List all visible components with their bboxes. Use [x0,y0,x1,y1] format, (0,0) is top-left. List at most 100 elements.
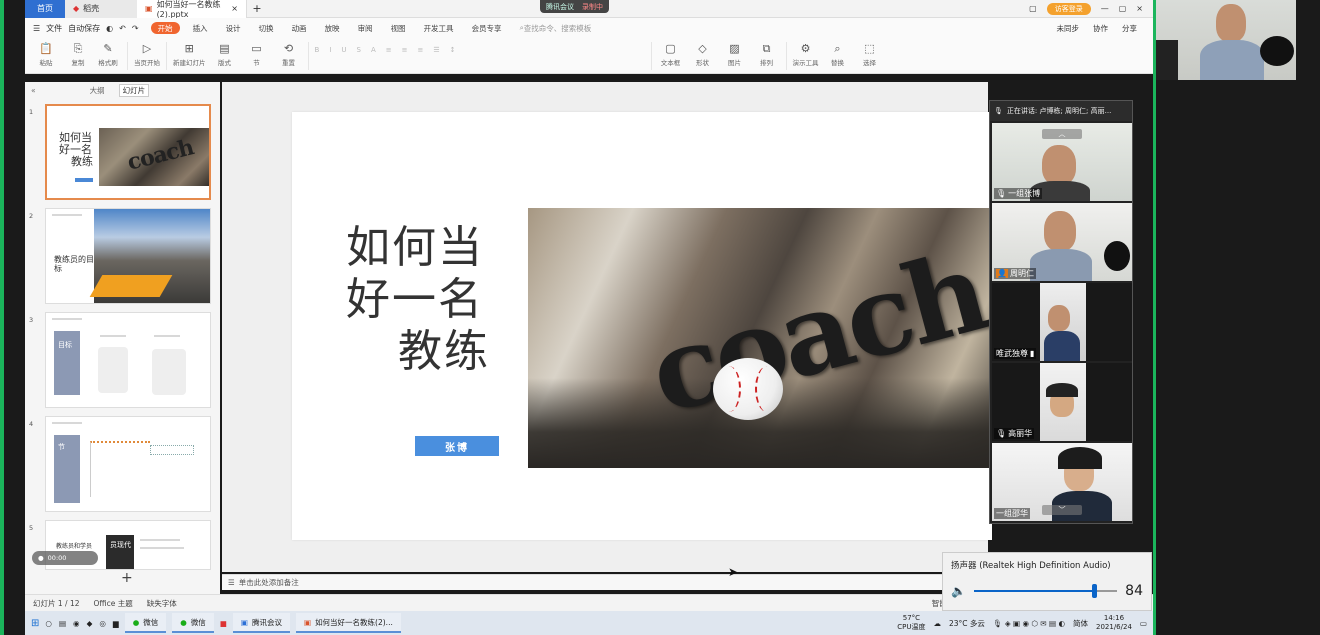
app-icon[interactable]: ◆ [87,619,93,628]
collab-button[interactable]: 协作 [1093,23,1108,34]
participant-tile-3[interactable]: 唯武独尊 ▮ [992,283,1132,361]
line-spacing-icon[interactable]: ↕ [450,46,456,54]
speaker-icon[interactable]: 🔈 [951,584,966,598]
participant-tile-1[interactable]: ︿ 🎙 一组张博 [992,123,1132,201]
app-icon[interactable]: ■ [220,619,227,628]
shape-button[interactable]: ◇ 形状 [690,42,716,67]
picture-button[interactable]: ▨ 图片 [722,42,748,67]
command-search[interactable]: ⌕ 查找命令、搜索模板 [511,18,601,38]
self-camera-view[interactable] [1156,0,1296,80]
autosave-toggle[interactable]: ◐ [106,24,113,33]
font-color-icon[interactable]: A [371,46,376,54]
tab-slides[interactable]: 幻灯片 [118,83,150,97]
task-view-icon[interactable]: ▤ [59,619,66,628]
collapse-icon[interactable]: « [31,86,36,95]
redo-icon[interactable]: ↷ [132,24,139,33]
presenter-name[interactable]: 张博 [415,436,499,456]
select-button[interactable]: ⬚ 选择 [857,42,883,67]
maximize-icon[interactable]: ▢ [1119,4,1127,13]
participant-tile-4[interactable]: 🎙 高丽华 [992,363,1132,441]
folder-icon[interactable]: ▆ [113,619,119,628]
meeting-indicator[interactable]: 腾讯会议 录制中 [540,0,609,13]
tab-home[interactable]: 首页 [25,0,65,18]
scroll-down-button[interactable]: ﹀ [1042,505,1082,515]
slide-thumb-row-2[interactable]: 2 教练员的目标 [29,208,211,304]
tab-member[interactable]: 会员专享 [463,18,511,38]
align-right-icon[interactable]: ≡ [418,46,424,54]
slide-thumb-2[interactable]: 教练员的目标 [45,208,211,304]
floating-recorder[interactable]: ● 00:00 [32,551,98,565]
scroll-up-button[interactable]: ︿ [1042,129,1082,139]
replace-button[interactable]: ⌕ 替换 [825,42,851,67]
browser-icon[interactable]: ◎ [99,619,106,628]
sync-status[interactable]: 未同步 [1057,23,1080,34]
taskbar-app-ppt[interactable]: ▣ 如何当好一名教练(2)... [295,613,401,633]
taskbar-app-tencent-meeting[interactable]: ▣ 腾讯会议 [232,613,290,633]
tab-view[interactable]: 视图 [382,18,415,38]
weather[interactable]: 23°C 多云 [949,618,985,629]
bold-icon[interactable]: B [315,46,320,54]
missing-font[interactable]: 缺失字体 [147,598,177,609]
participant-tile-5[interactable]: ﹀ 一组邵华 [992,443,1132,521]
current-slide[interactable]: 如何当 好一名 教练 coach 张博 [292,112,992,540]
tab-outline[interactable]: 大纲 [90,85,105,96]
tab-docer[interactable]: ◆ 稻壳 [65,0,137,18]
tab-start[interactable]: 开始 [150,22,180,34]
ime-indicator[interactable]: 简体 [1073,618,1088,629]
close-window-icon[interactable]: × [1136,4,1143,13]
list-icon[interactable]: ☰ [433,46,439,54]
taskbar-app-wechat-2[interactable]: ● 微信 [172,613,214,633]
slide-title-line-1[interactable]: 如何当 [346,222,484,274]
share-button[interactable]: 分享 [1122,23,1137,34]
tab-slideshow[interactable]: 放映 [316,18,349,38]
textbox-button[interactable]: ▢ 文本框 [658,42,684,67]
slide-thumb-1[interactable]: 如何当 好一名 教练 coach [45,104,211,200]
slide-photo[interactable]: coach [528,208,992,468]
clock[interactable]: 14:16 2021/6/24 [1096,614,1132,632]
qq-icon[interactable]: ◉ [73,619,80,628]
italic-icon[interactable]: I [329,46,331,54]
tab-transition[interactable]: 切换 [250,18,283,38]
tray-icons[interactable]: 🎙 ◈ ▣ ◉ ⬡ ✉ ▤ ◐ [993,619,1065,628]
notes-area[interactable]: ☰ 单击此处添加备注 [222,574,942,590]
login-button[interactable]: 访客登录 [1046,2,1091,15]
copy-button[interactable]: ⎘ 复制 [65,42,91,67]
slide-thumb-row-4[interactable]: 4 节 [29,416,211,512]
tab-animation[interactable]: 动画 [283,18,316,38]
taskbar-app-wechat-1[interactable]: ● 微信 [124,613,167,633]
play-from-current-button[interactable]: ▷ 当页开始 [134,42,160,67]
notification-icon[interactable]: ▭ [1140,619,1147,628]
arrange-button[interactable]: ⧉ 排列 [754,42,780,67]
add-slide-button[interactable]: + [121,570,133,586]
volume-slider-thumb[interactable] [1092,584,1098,598]
paste-button[interactable]: 📋 粘贴 [33,42,59,67]
tab-insert[interactable]: 插入 [184,18,217,38]
theme-name[interactable]: Office 主题 [94,598,133,609]
slide-thumb-row-1[interactable]: 1 如何当 好一名 教练 coach [29,104,211,200]
tab-developer[interactable]: 开发工具 [415,18,463,38]
window-icon[interactable]: ▢ [1029,4,1037,13]
presentation-tools-button[interactable]: ⚙ 演示工具 [793,42,819,67]
section-button[interactable]: ▭ 节 [244,42,270,67]
tab-design[interactable]: 设计 [217,18,250,38]
slide-thumb-3[interactable]: 目标 [45,312,211,408]
close-icon[interactable]: × [231,4,238,13]
undo-icon[interactable]: ↶ [119,24,126,33]
minimize-icon[interactable]: — [1101,4,1109,13]
align-left-icon[interactable]: ≡ [386,46,392,54]
participant-tile-2[interactable]: 👤 周明仁 [992,203,1132,281]
volume-slider[interactable] [973,584,1118,598]
strike-icon[interactable]: S [357,46,361,54]
slide-thumb-row-3[interactable]: 3 目标 [29,312,211,408]
align-center-icon[interactable]: ≡ [402,46,408,54]
new-slide-button[interactable]: ⊞ 新建幻灯片 [173,42,206,67]
format-painter-button[interactable]: ✎ 格式刷 [95,42,121,67]
cpu-temp[interactable]: 57°C CPU温度 [897,614,925,632]
reset-button[interactable]: ⟲ 重置 [276,42,302,67]
menu-icon[interactable]: ☰ [33,24,40,33]
file-menu[interactable]: 文件 [46,23,62,34]
tab-review[interactable]: 审阅 [349,18,382,38]
autosave-label[interactable]: 自动保存 [68,23,100,34]
slide-title-line-3[interactable]: 教练 [398,326,490,378]
search-icon[interactable]: ○ [45,619,52,628]
